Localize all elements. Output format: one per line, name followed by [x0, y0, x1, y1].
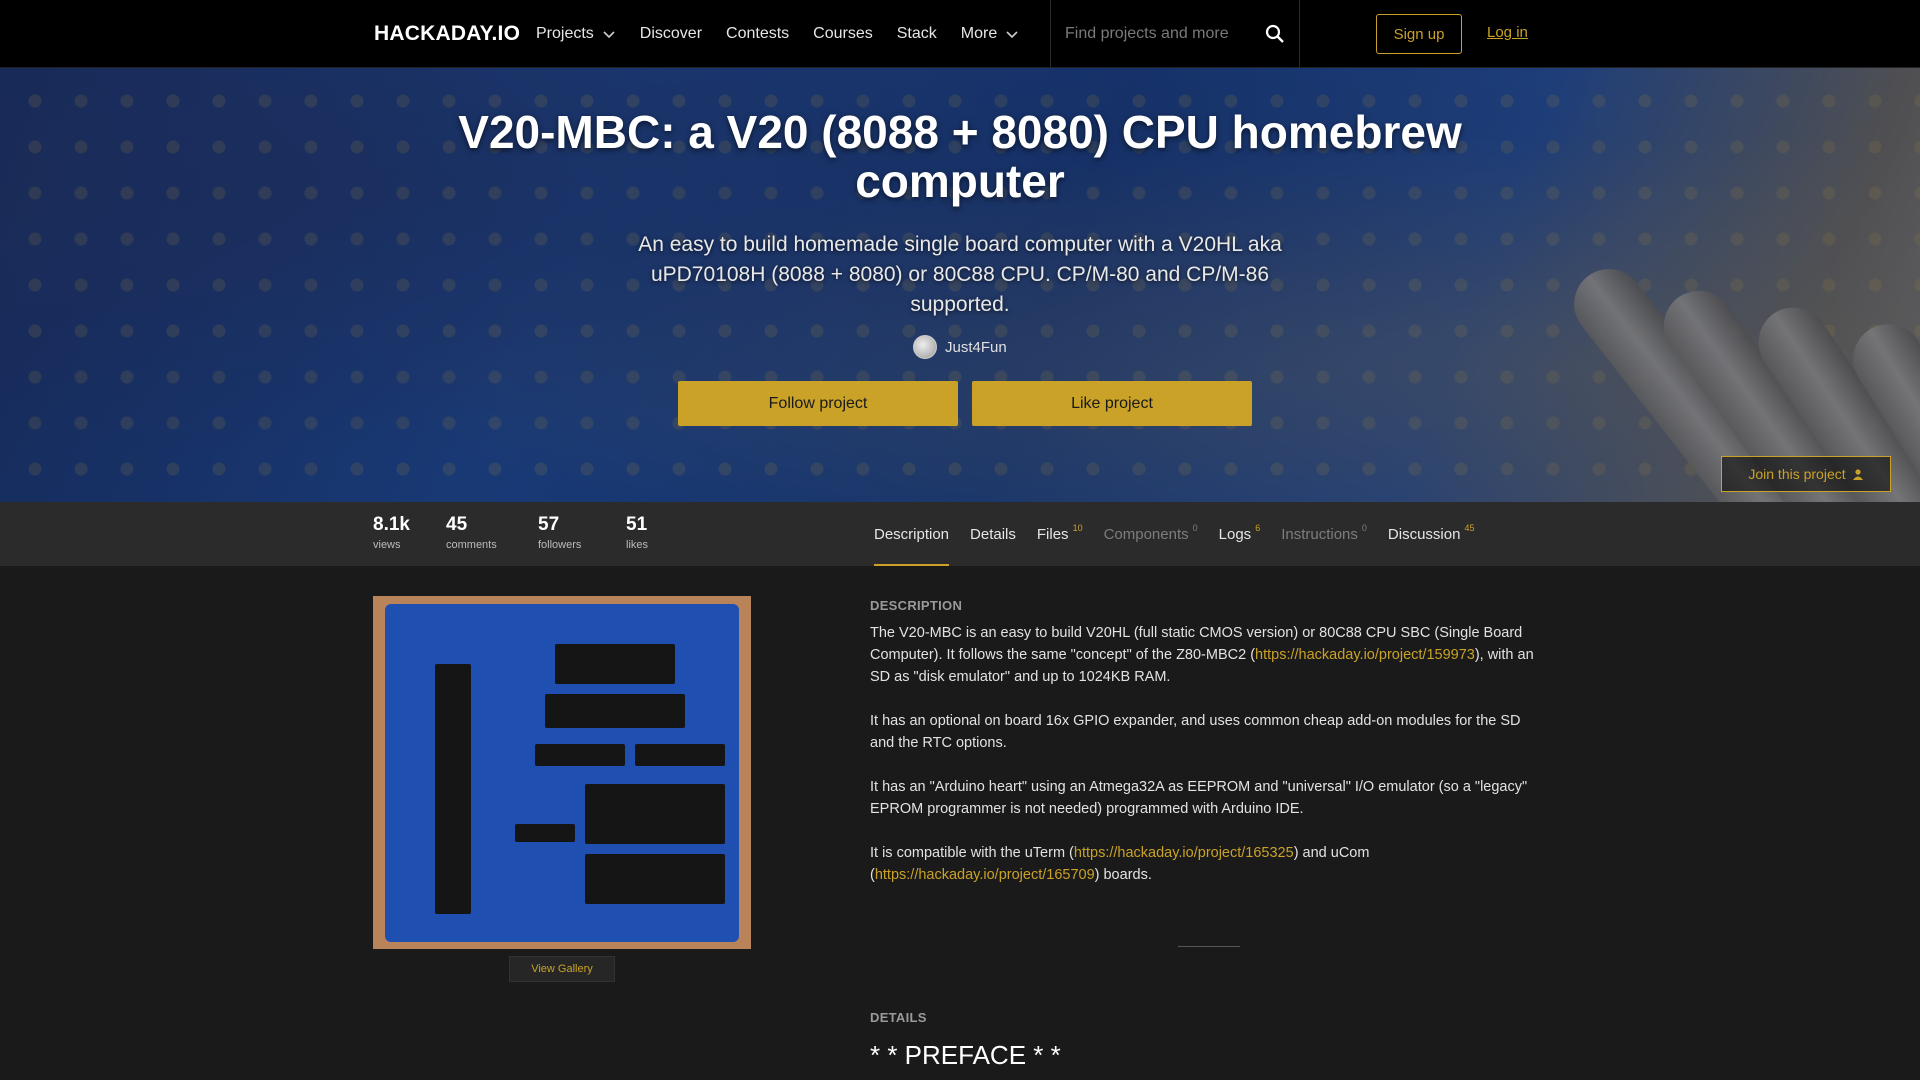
view-gallery-button[interactable]: View Gallery	[509, 956, 615, 982]
nav-more-label: More	[960, 25, 998, 42]
stat-value: 8.1k	[373, 514, 410, 535]
description-paragraph: It has an optional on board 16x GPIO exp…	[870, 713, 1521, 751]
chevron-down-icon	[1006, 31, 1018, 39]
author-name: Just4Fun	[945, 338, 1007, 356]
ic-chip	[515, 824, 575, 842]
project-link[interactable]: https://hackaday.io/project/159973	[1255, 647, 1475, 663]
project-title: V20-MBC: a V20 (8088 + 8080) CPU homebre…	[458, 106, 1462, 207]
search-icon[interactable]	[1265, 24, 1285, 44]
like-project-button[interactable]: Like project	[972, 381, 1252, 426]
description-heading: DESCRIPTION	[870, 598, 963, 613]
tab-files[interactable]: Files 10	[1037, 502, 1083, 566]
nav-links: Projects Discover Contests Courses Stack…	[536, 0, 1043, 68]
stat-value: 51	[626, 514, 648, 535]
nav-projects-label: Projects	[536, 25, 594, 42]
tab-description[interactable]: Description	[874, 502, 950, 566]
stat-comments: 45 comments	[446, 514, 497, 551]
ic-chip	[635, 744, 725, 766]
tab-count: 45	[1464, 523, 1475, 533]
project-hero: V20-MBC: a V20 (8088 + 8080) CPU homebre…	[0, 68, 1920, 502]
signup-button[interactable]: Sign up	[1376, 14, 1462, 54]
ic-chip	[435, 664, 471, 914]
stat-value: 45	[446, 514, 468, 535]
tab-label: Components	[1103, 525, 1189, 543]
description-paragraph: It has an "Arduino heart" using an Atmeg…	[870, 779, 1528, 817]
nav-courses[interactable]: Courses	[813, 25, 873, 43]
description-paragraph: It is compatible with the uTerm (https:/…	[870, 842, 1540, 886]
text: ) boards.	[1094, 867, 1152, 883]
pcb-board-picture	[385, 604, 739, 942]
chevron-down-icon	[603, 31, 615, 39]
project-tabs: Description Details Files 10 Components 0 …	[874, 502, 1495, 566]
ic-chip	[585, 784, 725, 844]
stat-label: likes	[626, 539, 649, 551]
section-divider	[1178, 946, 1240, 947]
tab-components[interactable]: Components 0	[1104, 502, 1198, 566]
tab-count: 0	[1192, 523, 1198, 533]
nav-discover[interactable]: Discover	[640, 25, 702, 43]
login-link[interactable]: Log in	[1487, 24, 1528, 41]
stat-value: 57	[538, 514, 560, 535]
project-link[interactable]: https://hackaday.io/project/165325	[1074, 845, 1294, 861]
avatar	[913, 335, 937, 359]
search-box	[1050, 0, 1300, 68]
stat-label: followers	[538, 539, 582, 551]
tab-label: Logs	[1218, 525, 1252, 543]
ic-chip	[585, 854, 725, 904]
tab-count: 6	[1255, 523, 1261, 533]
tab-label: Files	[1036, 525, 1069, 543]
join-project-button[interactable]: Join this project	[1721, 456, 1891, 492]
project-link[interactable]: https://hackaday.io/project/165709	[875, 867, 1095, 883]
ic-chip	[555, 644, 675, 684]
top-navbar: HACKADAY.IO Projects Discover Contests C…	[0, 0, 1920, 68]
tab-label: Instructions	[1281, 525, 1358, 543]
tab-count: 10	[1072, 523, 1083, 533]
text: It is compatible with the uTerm (	[870, 845, 1074, 861]
tab-label: Description	[874, 525, 950, 543]
nav-projects[interactable]: Projects	[536, 25, 616, 43]
user-icon	[1852, 469, 1863, 480]
project-gallery-image[interactable]	[373, 596, 751, 949]
tab-logs[interactable]: Logs 6	[1219, 502, 1261, 566]
ic-chip	[545, 694, 685, 728]
ic-chip	[535, 744, 625, 766]
tab-label: Discussion	[1387, 525, 1461, 543]
tab-discussion[interactable]: Discussion 45	[1388, 502, 1475, 566]
description-paragraph: The V20-MBC is an easy to build V20HL (f…	[870, 622, 1540, 688]
site-logo[interactable]: HACKADAY.IO	[374, 22, 520, 46]
stat-followers: 57 followers	[538, 514, 581, 551]
nav-more[interactable]: More	[961, 25, 1019, 43]
project-author[interactable]: Just4Fun	[913, 335, 1007, 359]
nav-stack[interactable]: Stack	[897, 25, 937, 43]
search-input[interactable]	[1065, 25, 1245, 43]
tab-label: Details	[970, 525, 1016, 543]
stat-likes: 51 likes	[626, 514, 648, 551]
project-subtitle: An easy to build homemade single board c…	[638, 233, 1282, 316]
details-preface-heading: * * PREFACE * *	[870, 1040, 1061, 1070]
tab-instructions[interactable]: Instructions 0	[1281, 502, 1367, 566]
follow-project-button[interactable]: Follow project	[678, 381, 958, 426]
stat-views: 8.1k views	[373, 514, 410, 551]
project-stats-bar: 8.1k views 45 comments 57 followers 51 l…	[0, 502, 1920, 566]
nav-contests[interactable]: Contests	[726, 25, 789, 43]
join-project-label: Join this project	[1748, 466, 1846, 482]
stat-label: views	[373, 539, 401, 551]
tab-count: 0	[1361, 523, 1367, 533]
stat-label: comments	[446, 539, 497, 551]
description-body: The V20-MBC is an easy to build V20HL (f…	[870, 622, 1540, 908]
details-heading: DETAILS	[870, 1010, 927, 1025]
tab-details[interactable]: Details	[970, 502, 1016, 566]
